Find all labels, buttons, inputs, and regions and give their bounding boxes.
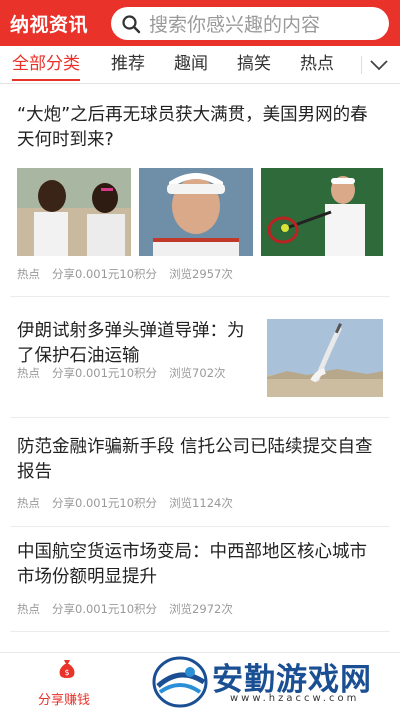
- news-meta: 热点 分享0.001元10积分 浏览1124次: [17, 495, 245, 511]
- reward-text: 分享0.001元10积分: [52, 496, 158, 510]
- news-thumbnail: [139, 168, 253, 256]
- news-title: 防范金融诈骗新手段 信托公司已陆续提交自查 报告: [17, 435, 387, 485]
- news-title-line: 中国航空货运市场变局：中西部地区核心城市: [17, 542, 367, 562]
- news-thumbnail: [17, 168, 131, 256]
- divider: [10, 631, 390, 632]
- reward-text: 分享0.001元10积分: [52, 366, 158, 380]
- news-title-line: 防范金融诈骗新手段 信托公司已陆续提交自查: [17, 437, 373, 457]
- reward-text: 分享0.001元10积分: [52, 267, 158, 281]
- view-count: 浏览2957次: [169, 267, 233, 281]
- news-title: 中国航空货运市场变局：中西部地区核心城市 市场份额明显提升: [17, 540, 387, 590]
- news-title-line: “大炮”之后再无球员获大满贯，美国男网的春: [17, 105, 368, 125]
- app-title: 纳视资讯: [10, 13, 89, 36]
- news-item[interactable]: “大炮”之后再无球员获大满贯，美国男网的春 天何时到来? 热点 分享0.001元…: [0, 85, 400, 296]
- news-item[interactable]: 中国航空货运市场变局：中西部地区核心城市 市场份额明显提升 热点 分享0.001元…: [0, 527, 400, 631]
- watermark-url: www.hzaccw.com: [230, 693, 360, 704]
- news-item[interactable]: 伊朗试射多弹头弹道导弹：为 了保护石油运输 热点 分享0.001元10积分 浏览70…: [0, 297, 400, 417]
- watermark: 安勤游戏网 www.hzaccw.com: [150, 652, 400, 711]
- search-input[interactable]: 搜索你感兴趣的内容: [111, 7, 389, 40]
- news-thumbnail: [267, 319, 383, 397]
- tab-hot[interactable]: 热点: [300, 46, 334, 84]
- tab-fun[interactable]: 趣闻: [174, 46, 208, 84]
- news-title: 伊朗试射多弹头弹道导弹：为 了保护石油运输: [17, 319, 257, 369]
- search-icon: [122, 14, 141, 33]
- tab-funny[interactable]: 搞笑: [237, 46, 271, 84]
- category-tag: 热点: [17, 267, 40, 281]
- news-meta: 热点 分享0.001元10积分 浏览2972次: [17, 601, 245, 617]
- category-tag: 热点: [17, 366, 40, 380]
- news-meta: 热点 分享0.001元10积分 浏览702次: [17, 365, 238, 381]
- news-item[interactable]: 防范金融诈骗新手段 信托公司已陆续提交自查 报告 热点 分享0.001元10积分浏…: [0, 418, 400, 526]
- search-placeholder: 搜索你感兴趣的内容: [149, 14, 321, 36]
- view-count: 浏览1124次: [169, 496, 233, 510]
- category-tag: 热点: [17, 602, 40, 616]
- reward-text: 分享0.001元10积分: [52, 602, 158, 616]
- earn-money-label[interactable]: 分享赚钱: [38, 689, 90, 708]
- news-title-line: 报告: [17, 462, 52, 482]
- view-count: 浏览2972次: [169, 602, 233, 616]
- watermark-logo-icon: [152, 656, 208, 708]
- category-tag: 热点: [17, 496, 40, 510]
- chevron-down-icon[interactable]: [368, 55, 390, 75]
- news-thumbnail: [261, 168, 383, 256]
- money-bag-icon[interactable]: $: [58, 659, 76, 679]
- tab-recommend[interactable]: 推荐: [111, 46, 145, 84]
- news-meta: 热点 分享0.001元10积分 浏览2957次: [17, 266, 245, 282]
- top-bar: 纳视资讯 搜索你感兴趣的内容: [0, 0, 400, 46]
- news-title-line: 市场份额明显提升: [17, 567, 157, 587]
- news-title-line: 天何时到来?: [17, 130, 114, 150]
- tab-all-categories[interactable]: 全部分类: [12, 46, 80, 84]
- category-tabs: 全部分类 推荐 趣闻 搞笑 热点: [0, 46, 400, 84]
- news-title: “大炮”之后再无球员获大满贯，美国男网的春 天何时到来?: [17, 103, 387, 153]
- view-count: 浏览702次: [169, 366, 226, 380]
- tab-divider: [361, 56, 362, 74]
- svg-text:$: $: [64, 668, 69, 677]
- news-title-line: 伊朗试射多弹头弹道导弹：为: [17, 321, 245, 341]
